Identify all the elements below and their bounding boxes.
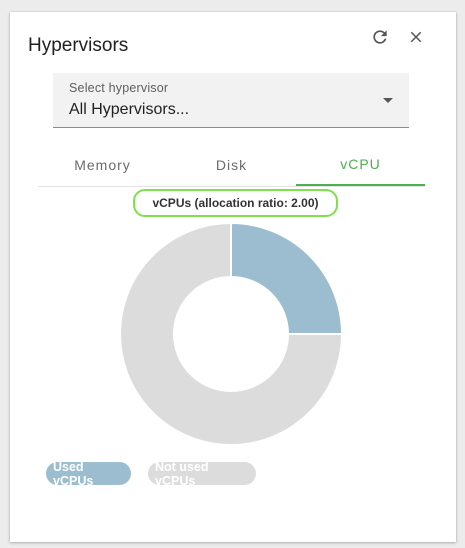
- legend-not-used-vcpus[interactable]: Not used vCPUs: [148, 460, 256, 488]
- legend-used-vcpus[interactable]: Used vCPUs: [46, 460, 131, 488]
- hypervisors-card: Hypervisors Select hypervisor All Hyperv…: [10, 12, 456, 542]
- donut-slice-used-vcpus[interactable]: [230, 221, 344, 335]
